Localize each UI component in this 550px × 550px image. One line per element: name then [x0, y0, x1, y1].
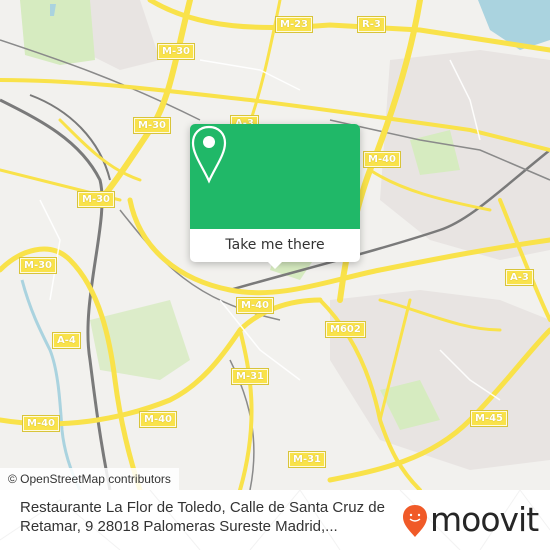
map[interactable]: M-30 M-23 R-3 M-30 A-3 M-40 M-30 M-30 M-… [0, 0, 550, 490]
moovit-pin-icon [403, 505, 427, 537]
footer: Restaurante La Flor de Toledo, Calle de … [0, 490, 550, 550]
road-label: M-45 [469, 410, 509, 427]
road-label: M-23 [274, 16, 314, 33]
road-label: A-3 [505, 269, 534, 286]
map-attribution[interactable]: © OpenStreetMap contributors [0, 468, 179, 490]
road-label: M-30 [76, 191, 116, 208]
road-label: M-30 [18, 257, 58, 274]
road-label: M602 [325, 321, 366, 338]
map-pin-icon [191, 125, 227, 184]
place-address: Restaurante La Flor de Toledo, Calle de … [20, 499, 385, 535]
popup-header [190, 124, 360, 229]
road-label: M-31 [230, 368, 270, 385]
road-label: M-30 [156, 43, 196, 60]
location-popup: Take me there [190, 124, 360, 269]
road-label: M-30 [132, 117, 172, 134]
road-label: M-40 [235, 297, 275, 314]
road-label: R-3 [357, 16, 386, 33]
road-label: M-40 [21, 415, 61, 432]
popup-tail [266, 260, 284, 269]
road-label: M-40 [138, 411, 178, 428]
brand-name: moovit [430, 500, 539, 539]
road-label: M-40 [362, 151, 402, 168]
take-me-there-button[interactable]: Take me there [190, 229, 360, 262]
road-label: M-31 [287, 451, 327, 468]
moovit-logo[interactable]: moovit [402, 500, 542, 544]
road-label: A-4 [52, 332, 81, 349]
